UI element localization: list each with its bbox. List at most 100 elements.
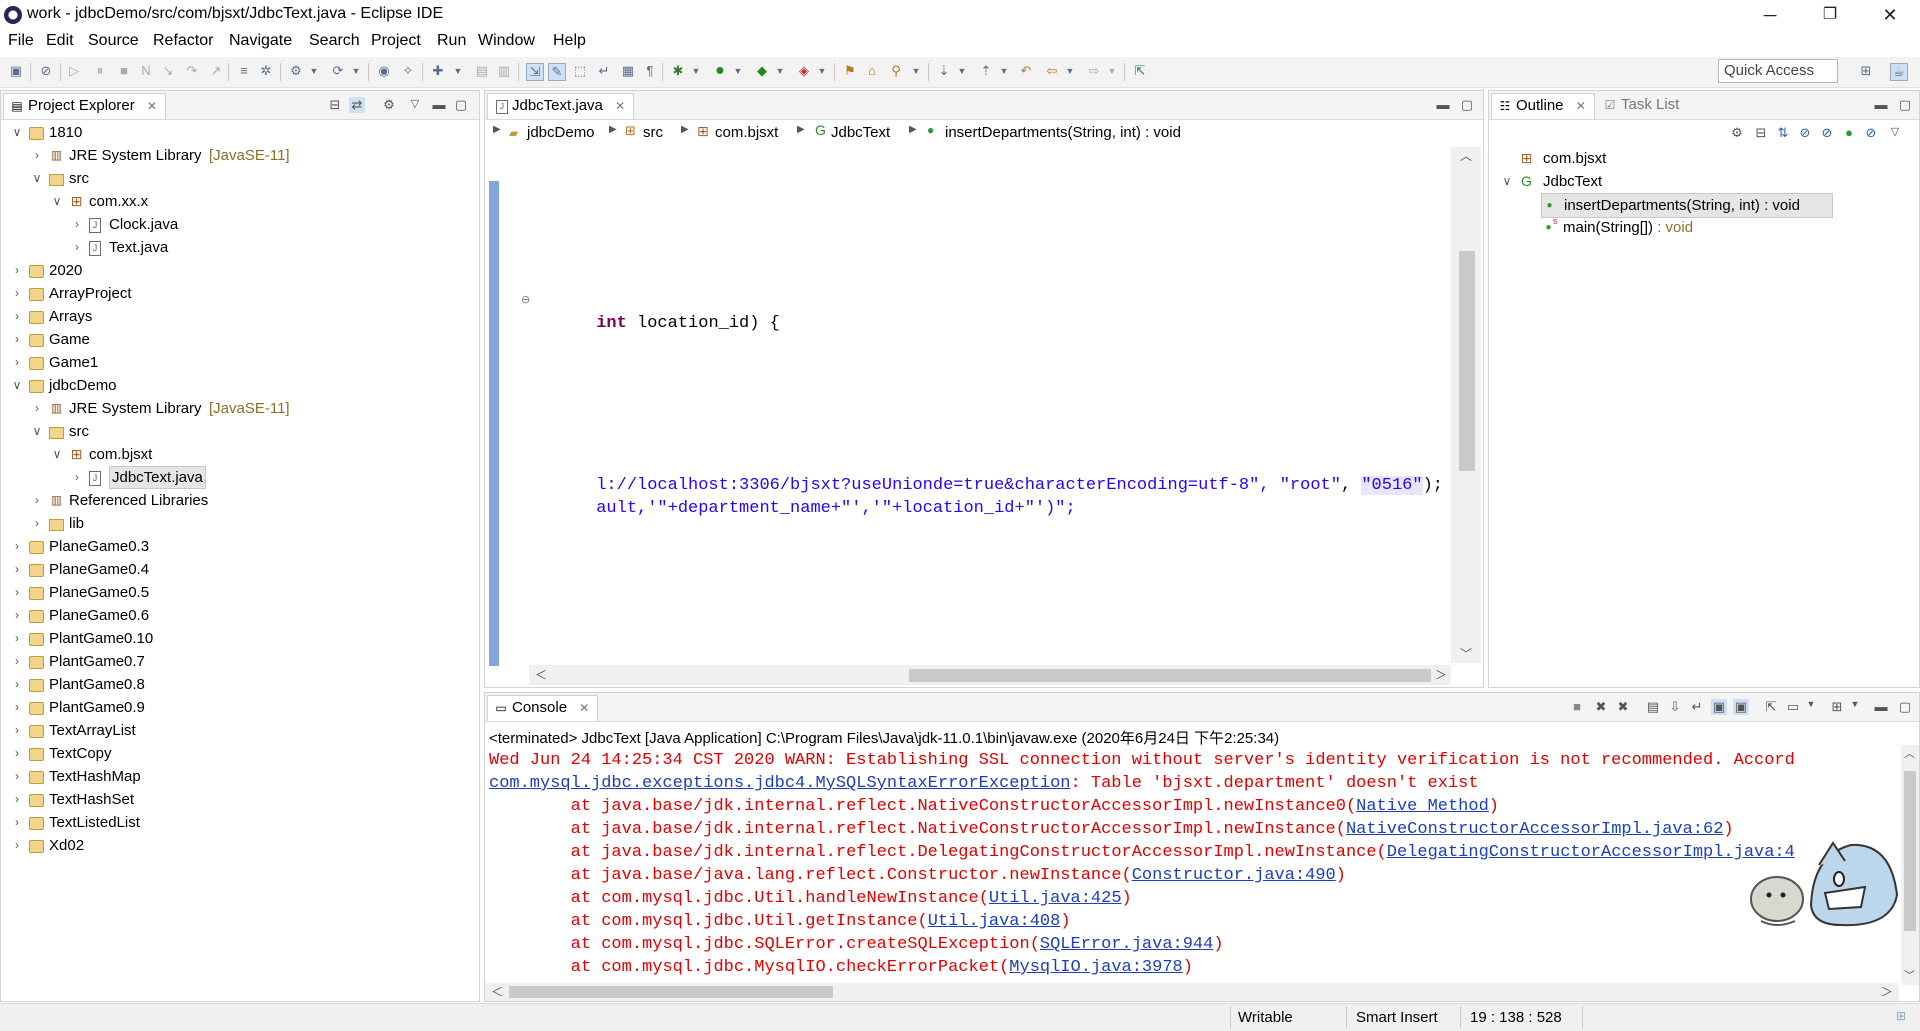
drop-to-frame-icon[interactable]: ≡ <box>236 63 252 79</box>
console-vertical-scrollbar[interactable]: ︿ ﹀ <box>1901 745 1919 985</box>
open-task-icon[interactable]: ⌂ <box>864 63 880 79</box>
source-link[interactable]: NativeConstructorAccessorImpl.java:62 <box>1346 820 1723 839</box>
back-icon[interactable]: ⇦ <box>1044 63 1060 79</box>
outline-item[interactable]: ⊞ com.bjsxt <box>1489 147 1919 170</box>
chevron-down-icon[interactable]: ▼ <box>1847 699 1863 709</box>
link-editor-icon[interactable]: ⇄ <box>349 97 365 113</box>
save-all-icon[interactable]: ▤ <box>474 63 490 79</box>
editor-vertical-scrollbar[interactable]: ︿ ﹀ <box>1451 147 1481 663</box>
tab-jdbctext-java[interactable]: J JdbcText.java ✕ <box>487 93 635 119</box>
chevron-right-icon[interactable]: › <box>31 144 43 167</box>
chevron-down-icon[interactable]: ▼ <box>1803 699 1819 709</box>
restore-button[interactable]: ❐ <box>1800 0 1860 30</box>
chevron-right-icon[interactable]: › <box>11 604 23 627</box>
menu-run[interactable]: Run <box>437 32 466 50</box>
new-console-icon[interactable]: ⊞ <box>1829 699 1845 715</box>
hide-fields-icon[interactable]: ⊘ <box>1797 125 1813 141</box>
chevron-right-icon[interactable]: › <box>71 236 83 259</box>
tab-console[interactable]: ▭ Console ✕ <box>487 695 599 721</box>
block-selection-icon[interactable]: ⬚ <box>572 63 588 79</box>
new-icon[interactable]: ✚ <box>430 63 446 79</box>
chevron-down-icon[interactable]: ▼ <box>730 63 746 79</box>
chevron-right-icon[interactable]: › <box>11 558 23 581</box>
tree-item[interactable]: › TextHashMap <box>1 765 471 788</box>
maximize-icon[interactable]: ▢ <box>1459 97 1475 113</box>
chevron-right-icon[interactable]: › <box>11 259 23 282</box>
tree-item[interactable]: › J Clock.java <box>1 213 471 236</box>
close-icon[interactable]: ✕ <box>147 99 157 113</box>
maximize-icon[interactable]: ▢ <box>453 97 469 113</box>
hide-local-types-icon[interactable]: ⊘ <box>1863 125 1879 141</box>
chevron-down-icon[interactable]: ▼ <box>954 63 970 79</box>
next-annotation-icon[interactable]: ⇣ <box>936 63 952 79</box>
chevron-right-icon[interactable]: › <box>71 213 83 236</box>
fold-icon[interactable]: ⊖ <box>521 293 530 306</box>
previous-annotation-icon[interactable]: ⇡ <box>978 63 994 79</box>
chevron-down-icon[interactable]: ∨ <box>51 443 63 466</box>
chevron-right-icon[interactable]: › <box>11 811 23 834</box>
globe-icon[interactable]: ◉ <box>376 63 392 79</box>
chevron-right-icon[interactable]: › <box>11 673 23 696</box>
source-link[interactable]: Constructor.java:490 <box>1132 866 1336 885</box>
chevron-down-icon[interactable]: ∨ <box>31 420 43 443</box>
show-on-stdout-icon[interactable]: ▣ <box>1711 699 1727 715</box>
tree-item[interactable]: › PlaneGame0.6 <box>1 604 471 627</box>
save-icon[interactable]: ▣ <box>8 63 24 79</box>
collapse-all-icon[interactable]: ⊟ <box>327 97 343 113</box>
show-whitespace-icon[interactable]: ▦ <box>620 63 636 79</box>
source-link[interactable]: Util.java:408 <box>928 912 1061 931</box>
outline-item[interactable]: ● insertDepartments(String, int) : void <box>1541 193 1833 218</box>
chevron-down-icon[interactable]: ▼ <box>306 63 322 79</box>
console-output[interactable]: Wed Jun 24 14:25:34 CST 2020 WARN: Estab… <box>485 745 1899 985</box>
tree-item[interactable]: › PlaneGame0.5 <box>1 581 471 604</box>
tree-item[interactable]: › J JdbcText.java <box>1 466 471 489</box>
source-link[interactable]: MysqlIO.java:3978 <box>1009 958 1182 977</box>
minimize-icon[interactable]: ▬ <box>1873 97 1889 112</box>
chevron-right-icon[interactable]: › <box>11 742 23 765</box>
chevron-right-icon[interactable]: › <box>11 351 23 374</box>
search-icon[interactable]: ⚲ <box>888 63 904 79</box>
chevron-right-icon[interactable]: › <box>11 328 23 351</box>
menu-search[interactable]: Search <box>309 32 360 50</box>
editor-horizontal-scrollbar[interactable]: ＜ ＞ <box>529 665 1451 685</box>
tree-item[interactable]: › ArrayProject <box>1 282 471 305</box>
chevron-down-icon[interactable]: ▼ <box>908 63 924 79</box>
tree-item[interactable]: › PlantGame0.10 <box>1 627 471 650</box>
chevron-down-icon[interactable]: ▼ <box>450 63 466 79</box>
chevron-right-icon[interactable]: › <box>31 489 43 512</box>
source-link[interactable]: Native Method <box>1356 797 1489 816</box>
chevron-down-icon[interactable]: ∨ <box>11 374 23 397</box>
pin-console-icon[interactable]: ⇱ <box>1763 699 1779 715</box>
chevron-right-icon[interactable]: › <box>11 834 23 857</box>
menu-file[interactable]: File <box>8 32 34 50</box>
tree-item[interactable]: › TextCopy <box>1 742 471 765</box>
close-icon[interactable]: ✕ <box>1576 99 1586 113</box>
chevron-right-icon[interactable]: › <box>31 397 43 420</box>
tree-item[interactable]: › Game <box>1 328 471 351</box>
chevron-down-icon[interactable]: ∨ <box>1501 170 1513 193</box>
tree-item[interactable]: ∨ ⊞ com.bjsxt <box>1 443 471 466</box>
word-wrap-icon[interactable]: ↵ <box>1689 699 1705 715</box>
tree-item[interactable]: › TextArrayList <box>1 719 471 742</box>
minimize-icon[interactable]: ▬ <box>1873 699 1889 714</box>
scroll-lock-icon[interactable]: ⇩ <box>1667 699 1683 715</box>
chevron-right-icon[interactable]: › <box>71 466 83 489</box>
tree-item[interactable]: ∨ jdbcDemo <box>1 374 471 397</box>
skip-breakpoints-icon[interactable]: ⊘ <box>38 63 54 79</box>
chevron-right-icon[interactable]: › <box>11 696 23 719</box>
pilcrow-icon[interactable]: ¶ <box>642 63 658 79</box>
menu-edit[interactable]: Edit <box>46 32 74 50</box>
filter-icon[interactable]: ⚙ <box>381 97 397 113</box>
open-perspective-icon[interactable]: ⊞ <box>1858 63 1874 79</box>
chevron-right-icon[interactable]: › <box>11 650 23 673</box>
maximize-icon[interactable]: ▢ <box>1897 97 1913 113</box>
clear-console-icon[interactable]: ▤ <box>1645 699 1661 715</box>
tree-item[interactable]: › ▥ Referenced Libraries <box>1 489 471 512</box>
java-perspective-icon[interactable]: ☕ <box>1890 63 1908 81</box>
sync-icon[interactable]: ⟳ <box>330 63 346 79</box>
menu-help[interactable]: Help <box>553 32 586 50</box>
forward-icon[interactable]: ⇨ <box>1086 63 1102 79</box>
tree-item[interactable]: ∨ ⊞ com.xx.x <box>1 190 471 213</box>
coverage-icon[interactable]: ◆ <box>754 63 770 79</box>
collapse-all-icon[interactable]: ⊟ <box>1753 125 1769 141</box>
